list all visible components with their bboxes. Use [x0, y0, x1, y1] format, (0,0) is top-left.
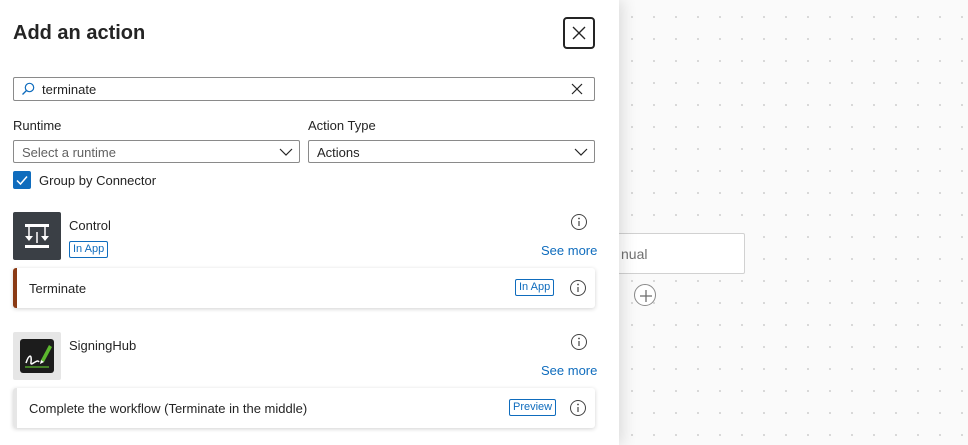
action-label: Terminate [29, 281, 87, 296]
info-icon[interactable] [569, 279, 587, 297]
in-app-badge: In App [69, 241, 109, 258]
add-action-panel: Add an action terminate Runtime Select a… [0, 0, 619, 445]
trigger-card-label: nual [621, 246, 648, 262]
see-more-link-signinghub[interactable]: See more [541, 363, 597, 378]
info-icon[interactable] [569, 399, 587, 417]
action-item-terminate[interactable]: Terminate In App [13, 268, 595, 308]
connector-name-signinghub: SigningHub [69, 338, 137, 353]
search-input[interactable]: terminate [13, 77, 595, 101]
connector-name-control: Control [69, 218, 111, 233]
trigger-card[interactable]: nual [600, 233, 745, 274]
action-type-value: Actions [317, 145, 360, 160]
in-app-badge: In App [515, 279, 555, 296]
plus-icon [640, 290, 652, 302]
action-type-label: Action Type [308, 118, 376, 133]
info-icon[interactable] [570, 213, 588, 231]
add-step-button[interactable] [634, 284, 656, 306]
search-icon [22, 82, 35, 95]
preview-badge: Preview [509, 399, 557, 416]
clear-search-icon[interactable] [570, 82, 584, 96]
designer-canvas [619, 0, 968, 445]
control-icon [13, 212, 61, 260]
panel-title: Add an action [13, 22, 146, 44]
runtime-dropdown[interactable]: Select a runtime [13, 140, 300, 163]
action-type-dropdown[interactable]: Actions [308, 140, 595, 163]
checkmark-icon [16, 176, 28, 186]
runtime-label: Runtime [13, 118, 62, 133]
action-accent [13, 268, 17, 308]
runtime-placeholder: Select a runtime [22, 145, 116, 160]
action-label: Complete the workflow (Terminate in the … [29, 401, 308, 416]
close-icon [572, 26, 586, 40]
close-button[interactable] [563, 17, 595, 49]
search-value: terminate [42, 82, 97, 97]
see-more-link-control[interactable]: See more [541, 243, 597, 258]
group-by-connector-label: Group by Connector [39, 173, 157, 188]
chevron-down-icon [574, 148, 588, 156]
chevron-down-icon [279, 148, 293, 156]
action-accent [13, 388, 17, 428]
group-by-connector-checkbox[interactable] [13, 171, 31, 189]
info-icon[interactable] [570, 333, 588, 351]
action-item-complete-workflow[interactable]: Complete the workflow (Terminate in the … [13, 388, 595, 428]
signinghub-icon [13, 332, 61, 380]
